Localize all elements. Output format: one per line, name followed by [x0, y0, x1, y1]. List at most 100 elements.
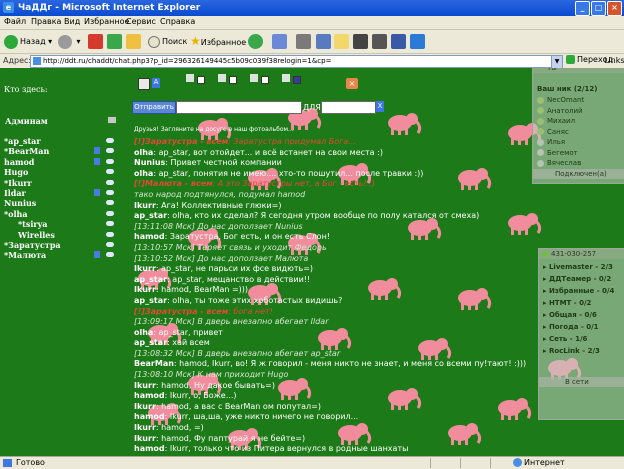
mail-icon[interactable]	[272, 34, 287, 49]
message-author[interactable]: Ikurr	[134, 423, 156, 432]
info-icon[interactable]	[94, 157, 100, 165]
im-contact[interactable]: Илья	[537, 138, 565, 146]
icq-group[interactable]: ▸ Livemaster - 2/3	[543, 263, 613, 271]
history-icon[interactable]	[248, 34, 263, 49]
favorites-button[interactable]: ★Избранное	[190, 33, 246, 50]
back-button[interactable]: Назад ▾	[4, 33, 52, 50]
info-icon[interactable]	[94, 251, 100, 259]
edit-icon[interactable]	[316, 34, 331, 49]
user-list-item[interactable]: Nunius	[4, 198, 124, 208]
eye-icon[interactable]	[106, 231, 114, 237]
icq-group[interactable]: ▸ ДДТеамер - 0/2	[543, 275, 611, 283]
message-author[interactable]: Ikurr	[134, 201, 156, 210]
user-list-item[interactable]: *tsirya	[4, 219, 124, 229]
message-author[interactable]: olha	[134, 328, 153, 337]
user-list-item[interactable]: *BearMan	[4, 146, 124, 156]
search-button[interactable]: Поиск	[148, 33, 187, 50]
message-author[interactable]: Nunius	[134, 158, 165, 167]
eye-icon[interactable]	[106, 210, 114, 216]
user-list-item[interactable]: *Малюта	[4, 250, 124, 260]
smile-icon[interactable]	[218, 74, 226, 82]
icq-group[interactable]: ▸ НТМТ - 0/2	[543, 299, 591, 307]
stop-icon[interactable]	[88, 34, 103, 49]
message-author[interactable]: olha	[134, 169, 153, 178]
print-icon[interactable]	[296, 34, 311, 49]
eye-icon[interactable]	[106, 179, 114, 185]
k-icon[interactable]	[353, 34, 368, 49]
home-icon[interactable]	[126, 34, 141, 49]
im-contact[interactable]: Михаил	[537, 117, 575, 125]
message-author[interactable]: hamod	[134, 444, 165, 453]
menu-favorites[interactable]: Избранное	[84, 17, 129, 26]
eye-icon[interactable]	[106, 252, 114, 258]
checkbox-1[interactable]	[197, 76, 205, 84]
message-author[interactable]: hamod	[134, 391, 165, 400]
message-author[interactable]: Ikurr	[134, 285, 156, 294]
message-author[interactable]: BearMan	[134, 359, 174, 368]
icq-group[interactable]: ▸ Погода - 0/1	[543, 323, 599, 331]
close-window-button[interactable]: ×	[607, 1, 622, 16]
clear-recipient-button[interactable]: X	[376, 101, 384, 112]
eye-icon[interactable]	[106, 169, 114, 175]
plugin-icon[interactable]	[372, 34, 387, 49]
private-icon[interactable]	[282, 74, 290, 82]
message-input[interactable]	[176, 101, 302, 114]
message-author[interactable]: olha	[134, 148, 153, 157]
info-icon[interactable]	[94, 188, 100, 196]
refresh-icon[interactable]	[107, 34, 122, 49]
eye-icon[interactable]	[106, 189, 114, 195]
hand-icon[interactable]	[186, 74, 194, 82]
maximize-button[interactable]: □	[591, 1, 606, 16]
checkbox-4[interactable]	[293, 76, 301, 84]
user-list-item[interactable]: *Ikurr	[4, 178, 124, 188]
icq-group[interactable]: ▸ Избранные - 0/4	[543, 287, 614, 295]
eye-icon[interactable]	[106, 138, 114, 143]
font-a-button[interactable]: A	[152, 78, 160, 88]
address-input[interactable]: http://ddt.ru/chaddt/chat.php3?p_id=2963…	[30, 55, 552, 68]
icq-status-bar[interactable]: В сети	[539, 377, 624, 387]
im-status-bar[interactable]: Подключен(а)	[533, 169, 624, 179]
user-list-item[interactable]: Hugo	[4, 167, 124, 177]
info-icon[interactable]	[94, 147, 100, 155]
eye-icon[interactable]	[106, 241, 114, 247]
message-author[interactable]: [!]Малюта - всем	[134, 179, 213, 188]
sound-icon[interactable]	[250, 74, 258, 82]
user-list-item[interactable]: *ap_star	[4, 136, 124, 146]
eye-icon[interactable]	[106, 221, 114, 227]
message-author[interactable]: Ikurr	[134, 264, 156, 273]
checkbox-2[interactable]	[229, 76, 237, 84]
eye-icon[interactable]	[106, 158, 114, 164]
icq-group[interactable]: ▸ RocLink - 2/3	[543, 347, 600, 355]
menu-edit[interactable]: Правка	[31, 17, 61, 26]
message-author[interactable]: [!]Заратустра - всем	[134, 307, 228, 316]
tool-icon-a[interactable]	[391, 34, 406, 49]
links-button[interactable]: Links	[604, 56, 624, 65]
minimize-button[interactable]: _	[575, 1, 590, 16]
recipient-input[interactable]	[321, 101, 376, 114]
menu-help[interactable]: Справка	[160, 17, 195, 26]
message-author[interactable]: Ikurr	[134, 381, 156, 390]
user-list-item[interactable]: hamod	[4, 157, 124, 167]
user-list-item[interactable]: *olha	[4, 209, 124, 219]
message-author[interactable]: [!]Заратустра - всем	[134, 137, 228, 146]
user-list-item[interactable]: Wirelles	[4, 230, 124, 240]
folder-icon[interactable]	[334, 34, 349, 49]
im-contact[interactable]: Вячеслав	[537, 159, 581, 167]
message-author[interactable]: hamod	[134, 232, 165, 241]
close-chat-button[interactable]: ×	[346, 78, 358, 89]
message-author[interactable]: Ikurr	[134, 434, 156, 443]
eye-icon[interactable]	[106, 148, 114, 154]
user-list-item[interactable]: Ildar	[4, 188, 124, 198]
im-contact[interactable]: Саняс	[537, 128, 569, 136]
message-author[interactable]: ap_star	[134, 338, 167, 347]
send-button[interactable]: Отправить	[132, 101, 176, 114]
user-list-item[interactable]: *Заратустра	[4, 240, 124, 250]
im-contact[interactable]: Бегемот	[537, 149, 578, 157]
address-dropdown[interactable]: ▼	[551, 55, 563, 69]
tool-icon-b[interactable]	[410, 34, 425, 49]
checkbox-3[interactable]	[261, 76, 269, 84]
im-contact[interactable]: Анатолий	[537, 107, 583, 115]
im-contact[interactable]: NecOmant	[537, 96, 584, 104]
message-author[interactable]: ap_star	[134, 296, 167, 305]
icq-group[interactable]: ▸ Сеть - 1/6	[543, 335, 587, 343]
